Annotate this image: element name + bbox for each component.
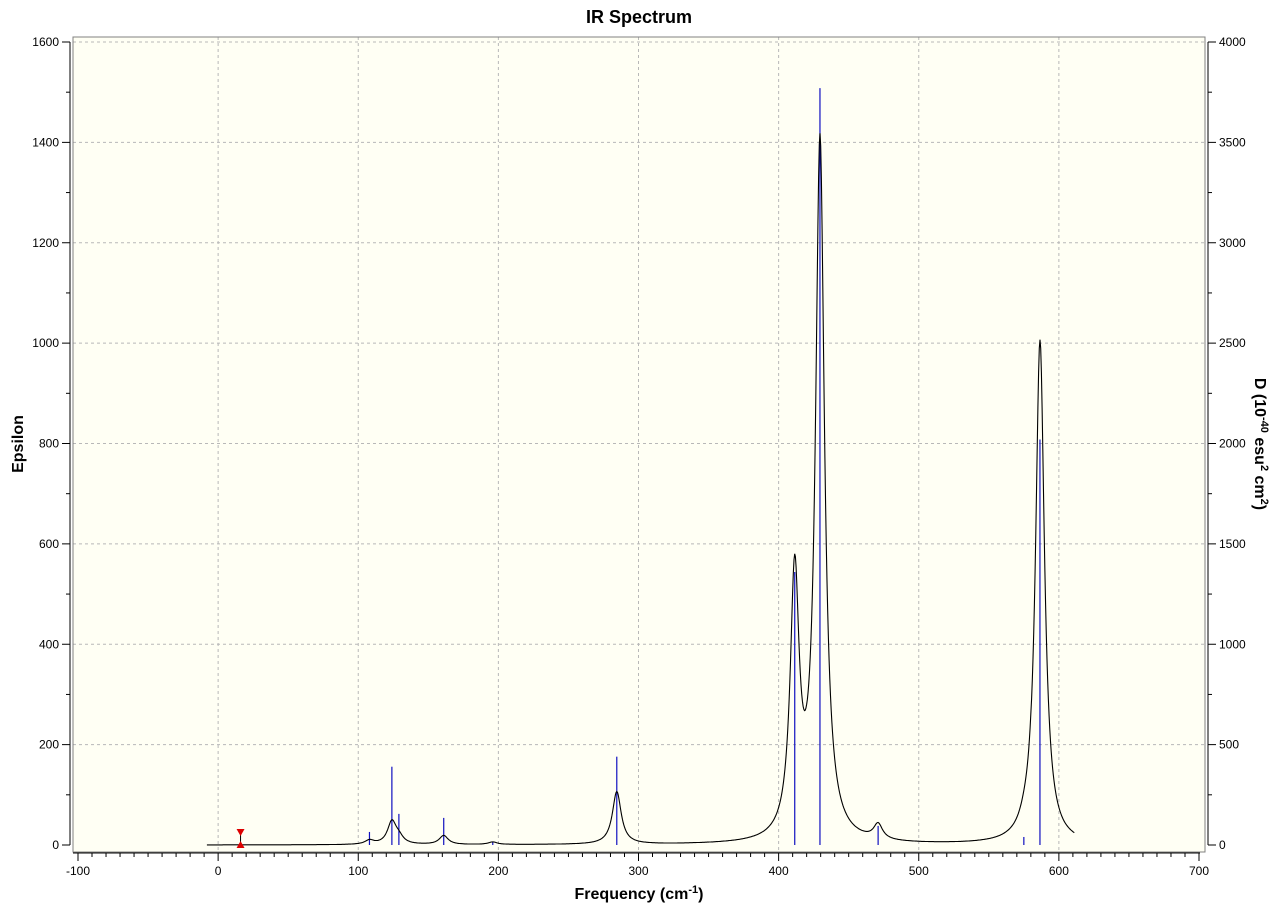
y-tick-label: 600 <box>39 537 59 551</box>
y-tick-label: 1600 <box>32 35 59 49</box>
x-tick-label: 400 <box>769 864 789 878</box>
chart-canvas: -100 0 100 200 300 400 500 600 700 0 200 400 600 800 1… <box>0 0 1278 909</box>
x-tick-label: 0 <box>215 864 222 878</box>
x-tick-label: 600 <box>1049 864 1069 878</box>
x-tick-label: 200 <box>488 864 508 878</box>
x-tick-label: 700 <box>1189 864 1209 878</box>
x-tick-label: 100 <box>348 864 368 878</box>
chart-title: IR Spectrum <box>586 7 692 27</box>
y-right-tick-label: 3500 <box>1219 135 1246 149</box>
y-tick-label: 200 <box>39 738 59 752</box>
y-tick-label: 400 <box>39 637 59 651</box>
x-axis-title: Frequency (cm-1) <box>575 884 704 903</box>
y-right-tick-label: 2000 <box>1219 437 1246 451</box>
x-tick-label: 500 <box>909 864 929 878</box>
y-right-tick-label: 4000 <box>1219 35 1246 49</box>
y-tick-label: 1000 <box>32 336 59 350</box>
x-tick-label: -100 <box>66 864 90 878</box>
y-tick-label: 800 <box>39 437 59 451</box>
y-right-tick-label: 0 <box>1219 838 1226 852</box>
y-right-tick-label: 2500 <box>1219 336 1246 350</box>
ir-spectrum-chart: -100 0 100 200 300 400 500 600 700 0 200 400 600 800 1… <box>0 0 1278 909</box>
y-right-tick-label: 3000 <box>1219 236 1246 250</box>
y-axis-right-title: D (10-40 esu2 cm2) <box>1251 378 1270 510</box>
y-tick-label: 1400 <box>32 135 59 149</box>
y-right-tick-label: 1000 <box>1219 637 1246 651</box>
y-tick-label: 1200 <box>32 236 59 250</box>
x-tick-label: 300 <box>628 864 648 878</box>
y-axis-title: Epsilon <box>10 415 27 473</box>
y-right-tick-label: 1500 <box>1219 537 1246 551</box>
y-right-tick-label: 500 <box>1219 738 1239 752</box>
y-tick-label: 0 <box>52 838 59 852</box>
